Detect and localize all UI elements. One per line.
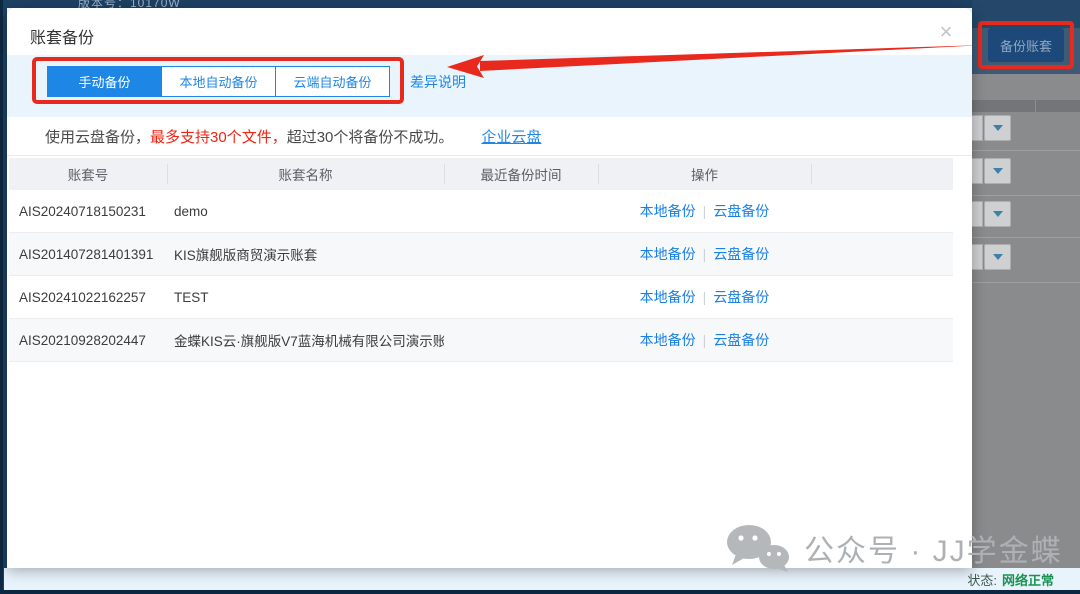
chevron-down-icon — [993, 211, 1003, 217]
table-row: AIS201407281401391 KIS旗舰版商贸演示账套 本地备份 | 云… — [9, 233, 953, 276]
header-last-backup-time: 最近备份时间 — [444, 158, 598, 190]
account-id: AIS20241022162257 — [9, 276, 167, 318]
column-divider — [1035, 100, 1036, 112]
background-header-band — [972, 0, 1080, 28]
empty-cell — [811, 233, 953, 275]
network-status: 网络正常 — [1002, 570, 1054, 589]
status-label: 状态: — [967, 570, 997, 589]
backup-tabs: 手动备份 本地自动备份 云端自动备份 — [47, 66, 390, 97]
background-window-bottom-edge — [0, 590, 1080, 594]
account-backup-dialog: 账套备份 × 手动备份 本地自动备份 云端自动备份 差异说明 使用云盘备份， 最… — [7, 8, 972, 568]
close-icon[interactable]: × — [932, 18, 960, 46]
local-backup-link[interactable]: 本地备份 — [640, 287, 696, 307]
tab-cloud-auto-backup[interactable]: 云端自动备份 — [275, 66, 390, 97]
local-backup-link[interactable]: 本地备份 — [640, 330, 696, 350]
last-backup-time — [444, 233, 598, 275]
action-divider: | — [703, 289, 707, 305]
status-bar: 状态: 网络正常 — [4, 568, 1080, 590]
row-divider — [972, 282, 1080, 283]
table-body: AIS20240718150231 demo 本地备份 | 云盘备份 AIS20… — [9, 190, 953, 362]
background-window-titlebar: 版本号：10170W — [0, 0, 1080, 8]
clipped-cell-button[interactable] — [972, 244, 983, 270]
account-table: 账套号 账套名称 最近备份时间 操作 AIS20240718150231 dem… — [9, 158, 953, 362]
action-divider: | — [703, 332, 707, 348]
local-backup-link[interactable]: 本地备份 — [640, 201, 696, 221]
empty-cell — [811, 319, 953, 361]
account-id: AIS20210928202447 — [9, 319, 167, 361]
cloud-backup-notice: 使用云盘备份， 最多支持30个文件， 超过30个将备份不成功。 企业云盘 — [7, 117, 972, 156]
notice-text: 使用云盘备份， — [45, 126, 150, 147]
account-name: demo — [167, 190, 444, 232]
cloud-backup-link[interactable]: 云盘备份 — [713, 201, 769, 221]
account-name: TEST — [167, 276, 444, 318]
row-divider — [972, 195, 1080, 196]
tab-local-auto-backup[interactable]: 本地自动备份 — [161, 66, 276, 97]
cloud-backup-link[interactable]: 云盘备份 — [713, 244, 769, 264]
chevron-down-icon — [993, 125, 1003, 131]
tab-bar: 手动备份 本地自动备份 云端自动备份 差异说明 — [7, 55, 972, 117]
chevron-down-icon — [993, 168, 1003, 174]
screen: 版本号：10170W 备份账套 状态: 网络正常 账套备份 × 手动备份 — [0, 0, 1080, 594]
dropdown-button[interactable] — [984, 244, 1011, 270]
clipped-cell-button[interactable] — [972, 201, 983, 227]
account-name: 金蝶KIS云·旗舰版V7蓝海机械有限公司演示账套 — [167, 319, 444, 361]
last-backup-time — [444, 190, 598, 232]
background-window-left-edge — [0, 0, 7, 594]
dropdown-button[interactable] — [984, 115, 1011, 141]
background-grid-header — [972, 100, 1080, 112]
clipped-cell-button[interactable] — [972, 115, 983, 141]
action-divider: | — [703, 203, 707, 219]
table-row: AIS20240718150231 demo 本地备份 | 云盘备份 — [9, 190, 953, 233]
header-actions: 操作 — [598, 158, 811, 190]
header-account-name: 账套名称 — [167, 158, 444, 190]
last-backup-time — [444, 276, 598, 318]
notice-limit-text: 最多支持30个文件， — [150, 126, 287, 147]
account-name: KIS旗舰版商贸演示账套 — [167, 233, 444, 275]
dropdown-button[interactable] — [984, 158, 1011, 184]
tab-manual-backup[interactable]: 手动备份 — [47, 66, 162, 97]
local-backup-link[interactable]: 本地备份 — [640, 244, 696, 264]
dialog-title: 账套备份 — [30, 24, 94, 48]
action-divider: | — [703, 246, 707, 262]
chevron-down-icon — [993, 254, 1003, 260]
last-backup-time — [444, 319, 598, 361]
empty-cell — [811, 276, 953, 318]
enterprise-cloud-link[interactable]: 企业云盘 — [481, 126, 541, 147]
cloud-backup-link[interactable]: 云盘备份 — [713, 287, 769, 307]
header-empty — [811, 158, 953, 190]
row-divider — [972, 237, 1080, 238]
empty-cell — [811, 190, 953, 232]
table-row: AIS20241022162257 TEST 本地备份 | 云盘备份 — [9, 276, 953, 319]
cloud-backup-link[interactable]: 云盘备份 — [713, 330, 769, 350]
backup-accounts-button[interactable]: 备份账套 — [988, 28, 1064, 62]
account-id: AIS20240718150231 — [9, 190, 167, 232]
table-row: AIS20210928202447 金蝶KIS云·旗舰版V7蓝海机械有限公司演示… — [9, 319, 953, 362]
table-header: 账套号 账套名称 最近备份时间 操作 — [9, 158, 953, 190]
clipped-cell-button[interactable] — [972, 158, 983, 184]
header-account-id: 账套号 — [9, 158, 167, 190]
difference-description-link[interactable]: 差异说明 — [410, 72, 466, 92]
row-divider — [972, 150, 1080, 151]
background-window-right-panel: 备份账套 — [972, 0, 1080, 568]
account-id: AIS201407281401391 — [9, 233, 167, 275]
notice-text: 超过30个将备份不成功。 — [287, 126, 454, 147]
dropdown-button[interactable] — [984, 201, 1011, 227]
